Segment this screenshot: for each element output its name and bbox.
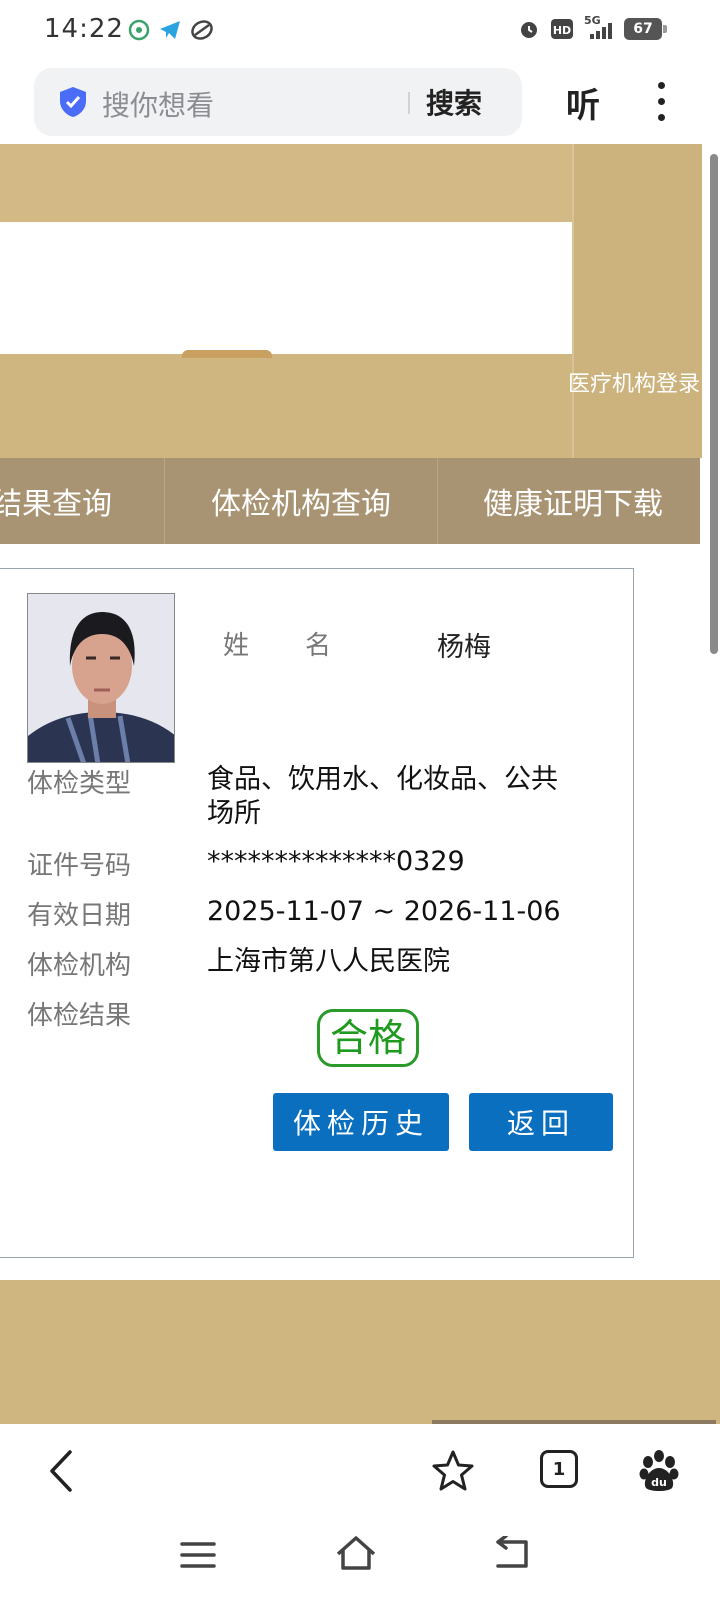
exam-history-button[interactable]: 体检历史 [273, 1093, 449, 1151]
star-icon[interactable] [430, 1448, 476, 1494]
svg-text:HD: HD [553, 24, 571, 37]
page-scrollbar[interactable] [710, 154, 718, 654]
valid-date-label: 有效日期 [27, 901, 132, 931]
exam-institution-value: 上海市第八人民医院 [207, 946, 450, 977]
nav-institution-query[interactable]: 体检机构查询 [166, 458, 436, 544]
status-right: HD 5G 67 [518, 14, 667, 40]
name-value: 杨梅 [437, 632, 491, 663]
browser-toolbar: 1 du [0, 1424, 720, 1518]
app-notification-icon [128, 19, 150, 41]
search-box[interactable]: 搜你想看 搜索 [34, 68, 522, 136]
svg-text:du: du [651, 1476, 667, 1489]
hd-icon: HD [551, 19, 573, 39]
footer-banner [0, 1280, 720, 1424]
person-photo [27, 593, 175, 763]
menu-icon[interactable] [180, 1538, 216, 1572]
valid-date-value: 2025-11-07 ~ 2026-11-06 [207, 896, 561, 927]
system-navigation-bar [0, 1518, 720, 1600]
health-certificate-card: 姓名 杨梅 体检类型 食品、饮用水、化妆品、公共场所 证件号码 ********… [0, 568, 634, 1258]
baidu-paw-icon[interactable]: du [636, 1448, 682, 1494]
clock: 14:22 [44, 14, 124, 44]
listen-button[interactable]: 听 [566, 78, 600, 127]
login-panel [0, 222, 572, 354]
exam-result-label: 体检结果 [27, 1001, 132, 1031]
signal-icon: 5G [584, 14, 614, 40]
nav-certificate-download[interactable]: 健康证明下载 [438, 458, 708, 544]
medical-institution-login-link[interactable]: 医疗机构登录 [568, 366, 700, 398]
search-button[interactable]: 搜索 [426, 82, 482, 122]
exam-type-value: 食品、饮用水、化妆品、公共场所 [207, 764, 558, 829]
exam-type-label: 体检类型 [27, 769, 132, 799]
id-number-value: **************0329 [207, 846, 465, 877]
back-button[interactable]: 返回 [469, 1093, 613, 1151]
alarm-icon [521, 22, 537, 38]
login-tab [182, 350, 272, 358]
home-icon[interactable] [334, 1534, 378, 1574]
more-menu-icon[interactable] [658, 82, 666, 122]
web-page: 医疗机构登录 结果查询 体检机构查询 健康证明下载 姓名 杨梅 体检类型 食品、… [0, 144, 720, 1424]
search-separator [408, 92, 410, 114]
tab-count: 1 [552, 1458, 566, 1480]
exam-institution-label: 体检机构 [27, 951, 132, 981]
banner-right-strip [572, 144, 702, 458]
back-arrow-icon[interactable] [40, 1448, 86, 1494]
status-bar: 14:22 HD 5G 67 [0, 0, 720, 60]
exam-result-badge: 合格 [317, 1009, 420, 1067]
shield-icon [60, 87, 86, 117]
return-icon[interactable] [492, 1536, 532, 1572]
nav-result-query[interactable]: 结果查询 [0, 458, 164, 544]
main-nav: 结果查询 体检机构查询 健康证明下载 [0, 458, 700, 544]
telegram-icon [160, 21, 180, 39]
name-label: 姓名 [223, 631, 388, 661]
battery-level: 67 [633, 21, 653, 37]
search-input[interactable]: 搜你想看 [102, 84, 214, 124]
id-number-label: 证件号码 [27, 851, 132, 881]
battery-icon: 67 [624, 18, 667, 40]
tabs-button[interactable]: 1 [540, 1450, 578, 1488]
sync-icon [191, 20, 213, 40]
browser-bar: 搜你想看 搜索 听 [0, 60, 720, 144]
